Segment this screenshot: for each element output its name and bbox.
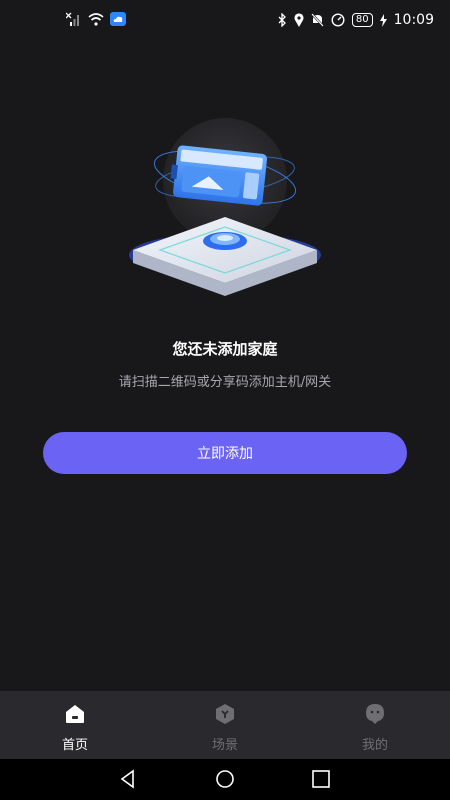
empty-title: 您还未添加家庭 (172, 340, 278, 358)
charging-icon (379, 13, 387, 27)
mute-icon (311, 13, 324, 27)
empty-illustration (120, 115, 330, 310)
wifi-icon (88, 12, 104, 26)
system-nav-bar (0, 759, 450, 800)
status-left (66, 12, 126, 26)
tab-profile[interactable]: 我的 (300, 691, 450, 759)
recents-icon[interactable] (311, 769, 331, 789)
location-icon (294, 13, 304, 27)
signal-off-icon (66, 12, 82, 26)
home-circle-icon[interactable] (215, 769, 235, 789)
speed-icon (331, 13, 345, 27)
home-icon (66, 705, 84, 723)
tab-home[interactable]: 首页 (0, 691, 150, 759)
clock: 10:09 (393, 12, 434, 28)
tab-profile-label: 我的 (361, 738, 388, 753)
tab-scene[interactable]: 场景 (150, 691, 300, 759)
scene-icon (216, 704, 234, 724)
bluetooth-icon (278, 13, 287, 27)
status-right: 80 10:09 (278, 12, 434, 28)
status-bar: 80 10:09 (0, 0, 450, 40)
empty-description: 请扫描二维码或分享码添加主机/网关 (118, 375, 332, 390)
cloud-app-icon (110, 12, 126, 26)
tab-home-label: 首页 (61, 738, 88, 753)
battery-icon: 80 (351, 13, 373, 27)
tab-scene-label: 场景 (211, 738, 238, 753)
add-home-button[interactable]: 立即添加 (43, 432, 407, 474)
back-icon[interactable] (118, 769, 138, 789)
profile-icon (366, 704, 384, 724)
bottom-tab-bar: 首页 场景 我的 (0, 691, 450, 759)
